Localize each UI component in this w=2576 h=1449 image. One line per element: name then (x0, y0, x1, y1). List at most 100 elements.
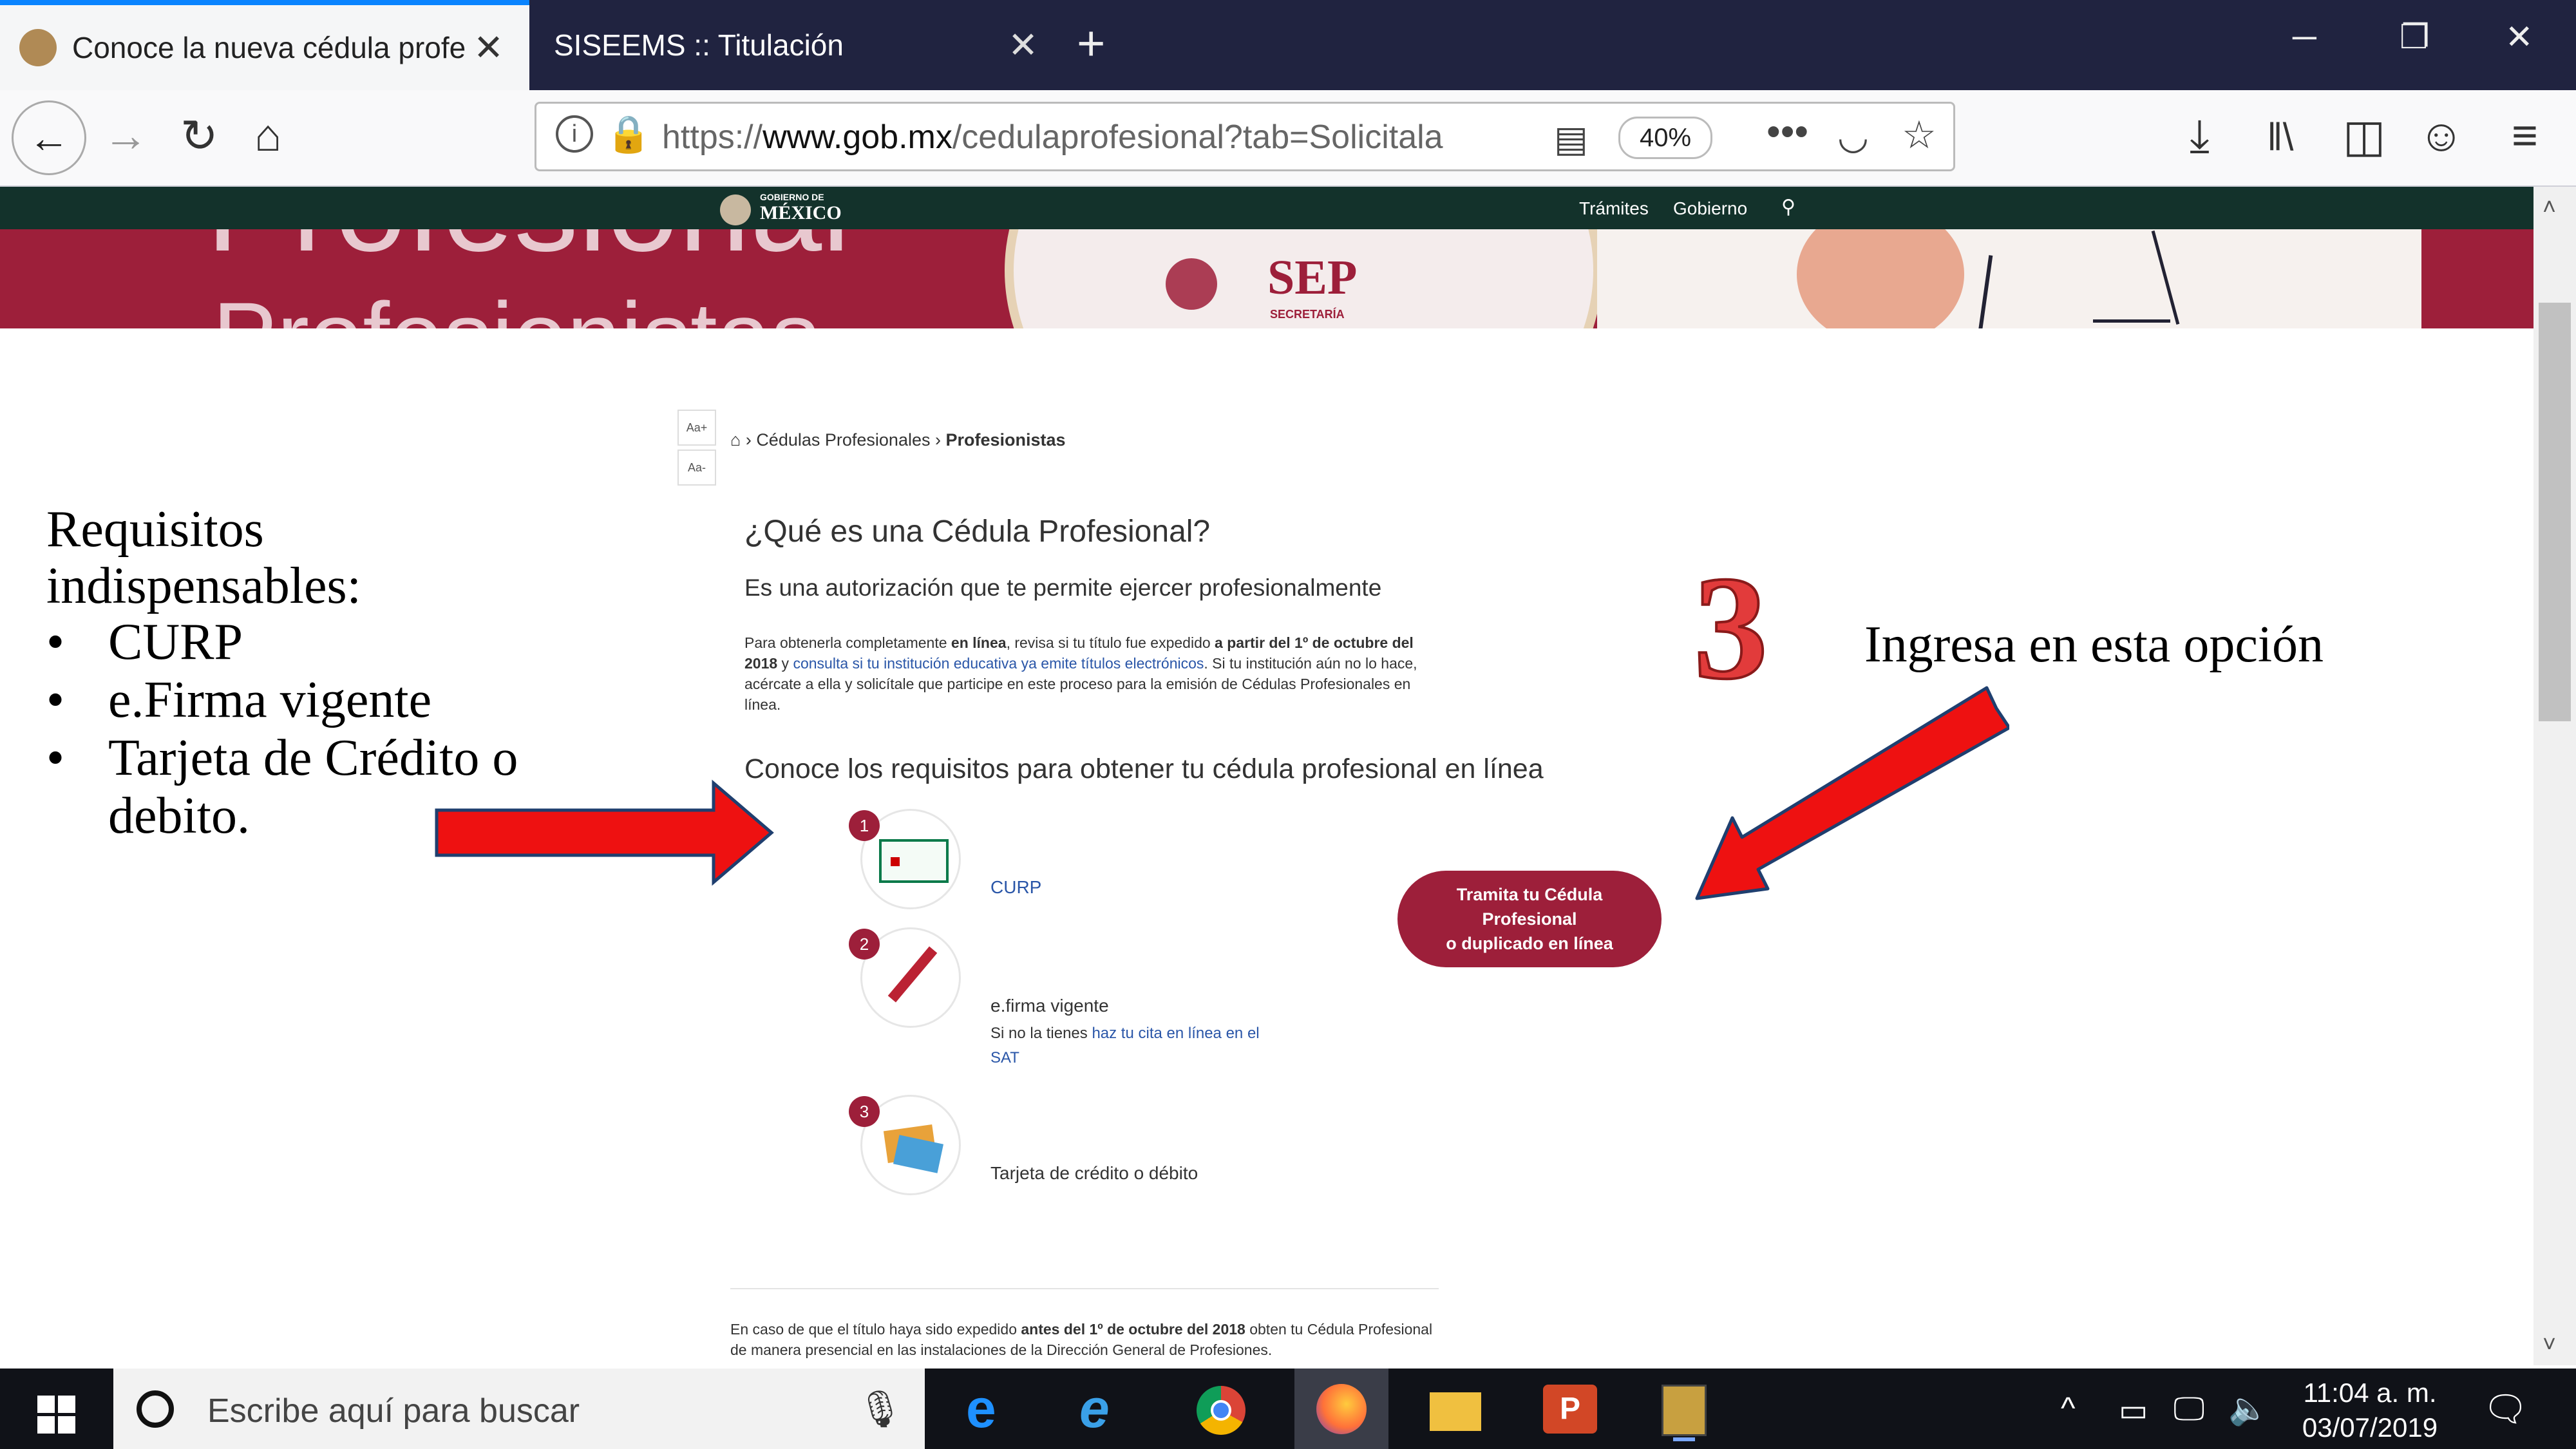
scroll-up-icon[interactable]: ˄ (2543, 193, 2556, 220)
gob-header: GOBIERNO DE MÉXICO Trámites Gobierno ⚲ (0, 187, 2533, 229)
show-hidden-icons[interactable]: ^ (2061, 1391, 2076, 1426)
req-label[interactable]: CURP (990, 877, 1041, 898)
search-placeholder: Escribe aquí para buscar (207, 1392, 580, 1430)
menu-icon[interactable]: ≡ (2512, 109, 2538, 161)
step-badge: 3 (849, 1096, 880, 1127)
battery-icon[interactable]: ▭ (2119, 1392, 2148, 1428)
requirements-heading: Conoce los requisitos para obtener tu cé… (744, 753, 1544, 784)
search-icon[interactable]: ⚲ (1781, 196, 1795, 218)
banner-text: Profesional (206, 229, 851, 281)
favicon-icon (19, 29, 57, 66)
zoom-indicator[interactable]: 40% (1618, 117, 1712, 159)
font-decrease-button[interactable]: Aa- (677, 450, 716, 486)
scroll-down-icon[interactable]: ˅ (2543, 1331, 2556, 1358)
tab-title: SISEEMS :: Titulación (554, 28, 844, 62)
req-label: Tarjeta de crédito o débito (990, 1163, 1198, 1183)
url-text[interactable]: https://www.gob.mx/cedulaprofesional?tab… (662, 118, 1443, 156)
requirements-annotation: Requisitos indispensables: (46, 501, 361, 614)
step-badge: 2 (849, 929, 880, 960)
bookmark-star-icon[interactable]: ☆ (1902, 113, 1937, 158)
bullet-item: • e.Firma vigente (46, 672, 432, 728)
sep-sub: SECRETARÍA (1270, 308, 1345, 321)
breadcrumb: ⌂ › Cédulas Profesionales › Profesionist… (730, 430, 1066, 450)
back-button[interactable]: ← (12, 100, 86, 175)
tab-title: Conoce la nueva cédula profesi (72, 31, 465, 64)
banner-photo (1597, 229, 2421, 328)
system-clock[interactable]: 11:04 a. m. 03/07/2019 (2299, 1376, 2441, 1445)
intro-paragraph: Para obtenerla completamente en línea, r… (744, 634, 1417, 713)
sidebar-icon[interactable]: ◫ (2343, 109, 2385, 162)
url-bar[interactable]: i 🔒 https://www.gob.mx/cedulaprofesional… (535, 102, 1955, 171)
tramita-cedula-button[interactable]: Tramita tu Cédula Profesional o duplicad… (1397, 871, 1662, 967)
pocket-icon[interactable]: ◡ (1837, 115, 1869, 158)
restore-icon[interactable]: ❐ (2400, 18, 2430, 57)
instruction-annotation: Ingresa en esta opción (1864, 616, 2324, 673)
font-increase-button[interactable]: Aa+ (677, 410, 716, 446)
page-heading: ¿Qué es una Cédula Profesional? (744, 515, 1211, 549)
footer-paragraph: En caso de que el título haya sido exped… (730, 1321, 1433, 1358)
close-window-icon[interactable]: ✕ (2505, 18, 2533, 57)
step-number-annotation: 3 (1692, 545, 1769, 710)
sep-logo: SEP (1267, 251, 1358, 305)
breadcrumb-current: Profesionistas (945, 430, 1066, 450)
edge-icon[interactable]: e (966, 1381, 1011, 1435)
home-button[interactable]: ⌂ (254, 109, 281, 161)
tab-active[interactable]: Conoce la nueva cédula profesi ✕ (0, 0, 529, 90)
close-tab-icon[interactable]: ✕ (1008, 24, 1038, 66)
file-explorer-icon[interactable] (1430, 1392, 1481, 1431)
chrome-icon[interactable] (1197, 1386, 1245, 1435)
new-tab-icon[interactable]: + (1077, 15, 1105, 71)
forward-button[interactable]: → (103, 109, 148, 161)
info-icon[interactable]: i (556, 115, 593, 153)
divider (730, 1288, 1439, 1289)
browser-titlebar: Conoce la nueva cédula profesi ✕ SISEEMS… (0, 0, 2576, 90)
microphone-icon[interactable]: 🎙 (857, 1388, 903, 1430)
breadcrumb-link[interactable]: Cédulas Profesionales (756, 430, 930, 450)
step-badge: 1 (849, 810, 880, 841)
hero-banner: Profesional Profesionistas SEP SECRETARÍ… (0, 229, 2533, 328)
banner-text: Profesionistas (213, 281, 819, 328)
nav-gobierno[interactable]: Gobierno (1673, 198, 1747, 219)
reader-view-icon[interactable]: ▤ (1554, 118, 1588, 160)
windows-start-icon[interactable] (37, 1396, 76, 1434)
bullet-item: • CURP (46, 614, 243, 670)
scrollbar-thumb[interactable] (2539, 303, 2571, 721)
firefox-icon[interactable] (1316, 1384, 1367, 1434)
gov-logo[interactable]: MÉXICO (760, 202, 842, 224)
navigation-toolbar: ← → ↻ ⌂ i 🔒 https://www.gob.mx/cedulapro… (0, 90, 2576, 187)
powerpoint-icon[interactable]: P (1543, 1385, 1597, 1434)
volume-icon[interactable]: 🔈 (2228, 1390, 2268, 1428)
arrow-diagonal-annotation (1695, 686, 2009, 900)
clock-time: 11:04 a. m. (2303, 1378, 2437, 1408)
institution-link[interactable]: consulta si tu institución educativa ya … (793, 655, 1204, 672)
more-actions-icon[interactable]: ••• (1766, 109, 1808, 155)
clock-date: 03/07/2019 (2302, 1412, 2438, 1443)
ie-icon[interactable]: e (1079, 1381, 1133, 1435)
arrow-right-annotation (435, 779, 774, 886)
taskbar-active-app[interactable] (1294, 1368, 1388, 1449)
banner-photo-detail (1797, 229, 1964, 328)
library-icon[interactable]: ‖\ (2267, 115, 2293, 159)
action-center-icon[interactable]: 🗨 (2483, 1388, 2528, 1430)
req-label: e.firma vigente (990, 996, 1109, 1016)
page-subheading: Es una autorización que te permite ejerc… (744, 574, 1382, 601)
account-icon[interactable]: ☺ (2418, 109, 2464, 161)
taskbar-search-box[interactable]: Escribe aquí para buscar 🎙 (113, 1368, 925, 1449)
sat-note: Si no la tienes haz tu cita en línea en … (990, 1025, 1260, 1066)
winrar-icon[interactable] (1662, 1385, 1707, 1436)
downloads-icon[interactable]: ⤓ (2190, 109, 2210, 162)
lock-warning-icon[interactable]: 🔒 (606, 113, 651, 155)
banner-line (2093, 319, 2170, 323)
nav-tramites[interactable]: Trámites (1579, 198, 1649, 219)
gov-logo-top: GOBIERNO DE (760, 192, 824, 202)
home-icon[interactable]: ⌂ (730, 430, 741, 450)
minimize-icon[interactable]: ─ (2293, 18, 2316, 57)
coat-of-arms-icon (720, 194, 751, 225)
reload-button[interactable]: ↻ (180, 109, 218, 162)
tab-inactive[interactable]: SISEEMS :: Titulación ✕ (529, 0, 1064, 90)
running-indicator (1673, 1437, 1695, 1441)
close-tab-icon[interactable]: ✕ (473, 26, 504, 69)
cortana-icon[interactable] (137, 1390, 174, 1428)
sep-seal-icon (1166, 258, 1217, 310)
network-icon[interactable]: 🖵 (2174, 1390, 2204, 1428)
